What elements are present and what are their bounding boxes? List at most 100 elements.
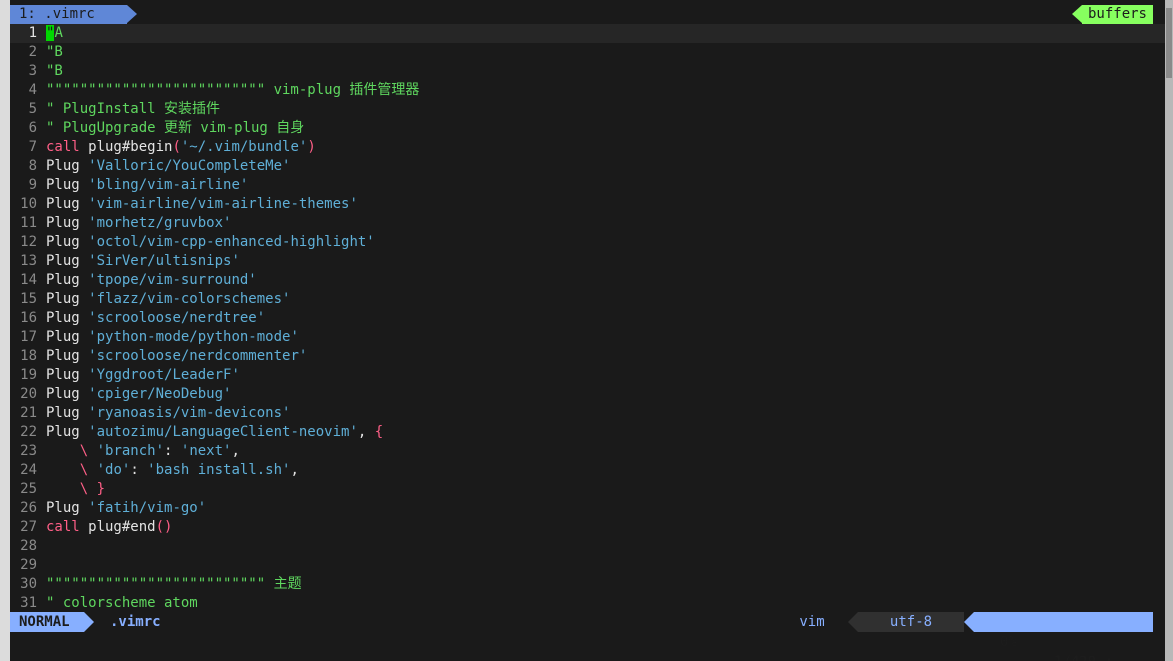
statusline: NORMAL .vimrc vim utf-8 0% 1/429 : 1 xyxy=(10,612,1153,661)
encoding-separator-arrow xyxy=(848,612,858,632)
line-number: 6 xyxy=(28,120,37,136)
code-line[interactable]: 23 \ 'branch': 'next', xyxy=(10,442,1165,461)
line-number: 26 xyxy=(20,500,37,516)
line-number: 28 xyxy=(20,538,37,554)
code-token: { xyxy=(374,424,384,440)
code-line[interactable]: 16 Plug 'scrooloose/nerdtree' xyxy=(10,309,1165,328)
code-token: 'ryanoasis/vim-devicons' xyxy=(88,405,291,421)
code-token: A xyxy=(54,25,63,41)
code-token: : xyxy=(164,443,181,459)
line-text: Plug 'Valloric/YouCompleteMe' xyxy=(46,158,290,174)
code-line[interactable]: 9 Plug 'bling/vim-airline' xyxy=(10,176,1165,195)
line-number: 13 xyxy=(20,253,37,269)
code-line[interactable]: 24 \ 'do': 'bash install.sh', xyxy=(10,461,1165,480)
line-number: 15 xyxy=(20,291,37,307)
buffers-label: buffers xyxy=(1082,5,1153,24)
code-token: 'scrooloose/nerdtree' xyxy=(88,310,266,326)
code-token: 'do' xyxy=(96,462,131,478)
code-line[interactable]: 15 Plug 'flazz/vim-colorschemes' xyxy=(10,290,1165,309)
scrollbar[interactable] xyxy=(1165,0,1173,661)
status-filename: .vimrc xyxy=(110,614,161,630)
mode-separator-arrow xyxy=(84,612,94,632)
code-token: () xyxy=(155,519,173,535)
line-text: Plug 'vim-airline/vim-airline-themes' xyxy=(46,196,358,212)
line-number: 14 xyxy=(20,272,37,288)
line-number: 20 xyxy=(20,386,37,402)
line-text: Plug 'ryanoasis/vim-devicons' xyxy=(46,405,290,421)
code-token: : xyxy=(130,462,148,478)
line-number: 25 xyxy=(20,481,37,497)
line-number: 10 xyxy=(20,196,37,212)
code-line[interactable]: 14 Plug 'tpope/vim-surround' xyxy=(10,271,1165,290)
code-line[interactable]: 5 " PlugInstall 安装插件 xyxy=(10,100,1165,119)
tab-current-buffer[interactable]: 1: .vimrc xyxy=(10,5,127,24)
line-number: 27 xyxy=(20,519,37,535)
code-line[interactable]: 27 call plug#end() xyxy=(10,518,1165,537)
line-number: 17 xyxy=(20,329,37,345)
code-token: Plug xyxy=(46,177,89,193)
code-line[interactable]: 7 call plug#begin('~/.vim/bundle') xyxy=(10,138,1165,157)
code-line[interactable]: 19 Plug 'Yggdroot/LeaderF' xyxy=(10,366,1165,385)
code-line[interactable]: 25 \ } xyxy=(10,480,1165,499)
scrollbar-thumb[interactable] xyxy=(1166,8,1172,78)
code-token: \ } xyxy=(79,481,106,497)
code-line[interactable]: 21 Plug 'ryanoasis/vim-devicons' xyxy=(10,404,1165,423)
code-token: call xyxy=(46,139,80,155)
code-token: 'scrooloose/nerdcommenter' xyxy=(88,348,308,364)
line-number: 24 xyxy=(20,462,37,478)
code-line[interactable]: 6 " PlugUpgrade 更新 vim-plug 自身 xyxy=(10,119,1165,138)
code-line[interactable]: 2 "B xyxy=(10,43,1165,62)
code-token: plug#end xyxy=(79,519,156,535)
code-line[interactable]: 1 "A xyxy=(10,24,1165,43)
code-line[interactable]: 12 Plug 'octol/vim-cpp-enhanced-highlight… xyxy=(10,233,1165,252)
line-number: 3 xyxy=(28,63,37,79)
code-line[interactable]: 13 Plug 'SirVer/ultisnips' xyxy=(10,252,1165,271)
code-token: Plug xyxy=(46,386,89,402)
code-line[interactable]: 28 xyxy=(10,537,1165,556)
line-text: Plug 'cpiger/NeoDebug' xyxy=(46,386,231,402)
tab-separator-arrow xyxy=(127,5,137,23)
line-text: Plug 'bling/vim-airline' xyxy=(46,177,248,193)
code-line[interactable]: 29 xyxy=(10,556,1165,575)
code-line[interactable]: 20 Plug 'cpiger/NeoDebug' xyxy=(10,385,1165,404)
line-text: "B xyxy=(46,44,63,60)
code-line[interactable]: 26 Plug 'fatih/vim-go' xyxy=(10,499,1165,518)
code-line[interactable]: 11 Plug 'morhetz/gruvbox' xyxy=(10,214,1165,233)
line-number: 18 xyxy=(20,348,37,364)
code-token: 'python-mode/python-mode' xyxy=(88,329,299,345)
code-token: 'Valloric/YouCompleteMe' xyxy=(88,158,291,174)
code-line[interactable]: 17 Plug 'python-mode/python-mode' xyxy=(10,328,1165,347)
code-token: " PlugInstall 安装插件 xyxy=(46,101,221,117)
code-line[interactable]: 8 Plug 'Valloric/YouCompleteMe' xyxy=(10,157,1165,176)
code-line[interactable]: 3 "B xyxy=(10,62,1165,81)
code-line[interactable]: 4 """""""""""""""""""""""""" vim-plug 插件管… xyxy=(10,81,1165,100)
code-line[interactable]: 22 Plug 'autozimu/LanguageClient-neovim',… xyxy=(10,423,1165,442)
code-token: Plug xyxy=(46,310,89,326)
vim-terminal[interactable]: 1: .vimrc buffers 1 "A 2 "B 3 "B 4 """"""""""""… xyxy=(10,0,1165,661)
code-line[interactable]: 18 Plug 'scrooloose/nerdcommenter' xyxy=(10,347,1165,366)
code-token: 'fatih/vim-go' xyxy=(88,500,207,516)
line-text: Plug 'fatih/vim-go' xyxy=(46,500,206,516)
code-line[interactable]: 30 """""""""""""""""""""""""" 主题 xyxy=(10,575,1165,594)
code-token: Plug xyxy=(46,348,89,364)
left-window-edge xyxy=(0,0,10,661)
line-number: 23 xyxy=(20,443,37,459)
code-token: "B xyxy=(46,44,63,60)
code-line[interactable]: 31 " colorscheme atom xyxy=(10,594,1165,613)
tabline: 1: .vimrc buffers xyxy=(10,5,1165,24)
position-separator-arrow xyxy=(964,612,974,632)
line-text: call plug#begin('~/.vim/bundle') xyxy=(46,139,316,155)
code-token: Plug xyxy=(46,196,89,212)
line-text: Plug 'SirVer/ultisnips' xyxy=(46,253,240,269)
code-token: , xyxy=(290,462,299,478)
code-line[interactable]: 10 Plug 'vim-airline/vim-airline-themes' xyxy=(10,195,1165,214)
line-number: 11 xyxy=(20,215,37,231)
line-text: Plug 'scrooloose/nerdcommenter' xyxy=(46,348,307,364)
line-text: Plug 'flazz/vim-colorschemes' xyxy=(46,291,290,307)
code-token: " PlugUpgrade 更新 vim-plug 自身 xyxy=(46,120,305,136)
code-token: ) xyxy=(307,139,316,155)
editor-buffer[interactable]: 1 "A 2 "B 3 "B 4 """""""""""""""""""""""""" vim… xyxy=(10,24,1165,613)
